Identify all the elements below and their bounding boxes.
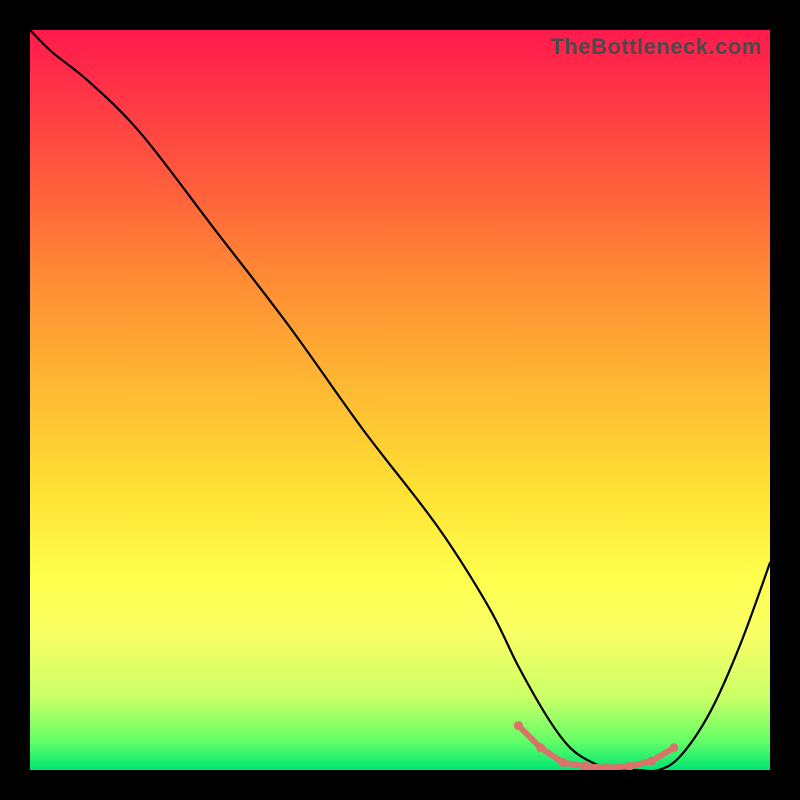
chart-plot-area: TheBottleneck.com: [30, 30, 770, 770]
bottleneck-curve: [30, 30, 770, 770]
watermark-label: TheBottleneck.com: [551, 34, 762, 60]
